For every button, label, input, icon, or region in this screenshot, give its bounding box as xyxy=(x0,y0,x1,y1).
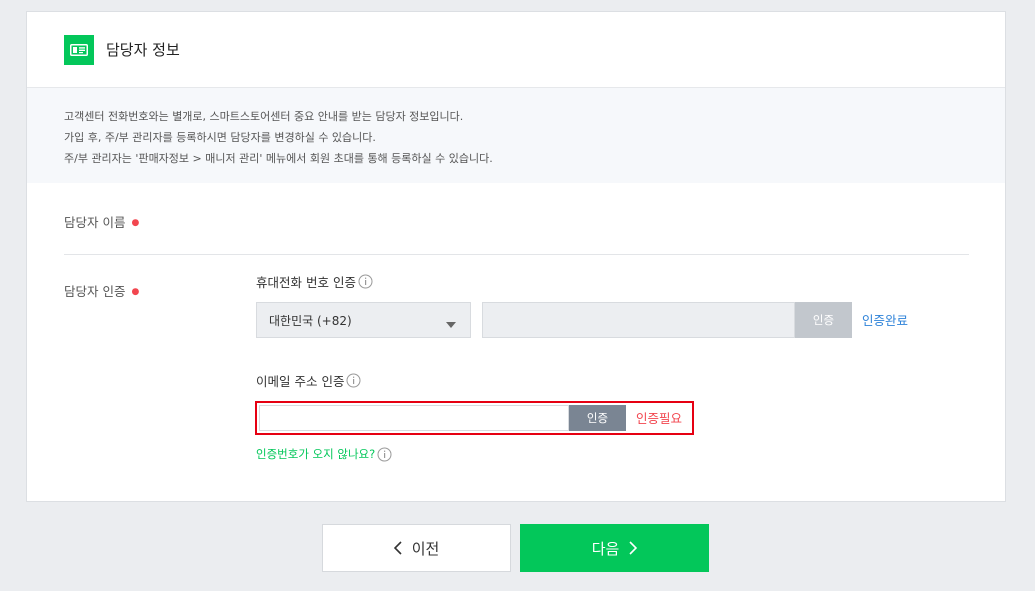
country-code-select[interactable]: 대한민국 (+82) xyxy=(256,302,471,338)
email-verify-status: 인증필요 xyxy=(636,411,683,426)
notice-box: 고객센터 전화번호와는 별개로, 스마트스토어센터 중요 안내를 받는 담당자 … xyxy=(27,88,1005,183)
next-button[interactable]: 다음 xyxy=(520,524,709,572)
email-auth-highlight: 인증 인증필요 xyxy=(255,401,694,435)
chevron-right-icon xyxy=(629,541,638,555)
info-icon[interactable] xyxy=(358,274,373,289)
contact-auth-label: 담당자 인증 ● xyxy=(64,284,140,299)
phone-verify-status: 인증완료 xyxy=(862,313,909,328)
next-button-label: 다음 xyxy=(591,539,620,558)
email-input[interactable] xyxy=(259,405,569,431)
required-mark: ● xyxy=(131,287,140,297)
notice-line: 고객센터 전화번호와는 별개로, 스마트스토어센터 중요 안내를 받는 담당자 … xyxy=(64,110,464,123)
card-title: 담당자 정보 xyxy=(106,41,180,59)
chevron-left-icon xyxy=(393,541,402,555)
prev-button-label: 이전 xyxy=(411,539,440,558)
notice-line: 가입 후, 주/부 관리자를 등록하시면 담당자를 변경하실 수 있습니다. xyxy=(64,131,376,144)
contact-info-card: 담당자 정보 고객센터 전화번호와는 별개로, 스마트스토어센터 중요 안내를 … xyxy=(26,11,1006,502)
email-auth-title: 이메일 주소 인증 xyxy=(256,371,361,390)
dropdown-arrow-icon xyxy=(446,317,456,331)
phone-auth-title: 휴대전화 번호 인증 xyxy=(256,272,373,291)
notice-line: 주/부 관리자는 '판매자정보 > 매니저 관리' 메뉴에서 회원 초대를 통해… xyxy=(64,152,493,165)
divider xyxy=(64,254,969,255)
phone-verify-button[interactable]: 인증 xyxy=(795,302,852,338)
required-mark: ● xyxy=(131,218,140,228)
contact-name-label: 담당자 이름 ● xyxy=(64,215,140,230)
card-header: 담당자 정보 xyxy=(27,12,1005,88)
id-card-icon xyxy=(64,34,94,65)
email-verify-button[interactable]: 인증 xyxy=(569,405,626,431)
info-icon[interactable] xyxy=(377,447,392,462)
prev-button[interactable]: 이전 xyxy=(322,524,511,572)
info-icon[interactable] xyxy=(346,373,361,388)
phone-number-input[interactable] xyxy=(482,302,795,338)
no-code-link[interactable]: 인증번호가 오지 않나요? xyxy=(256,446,392,462)
